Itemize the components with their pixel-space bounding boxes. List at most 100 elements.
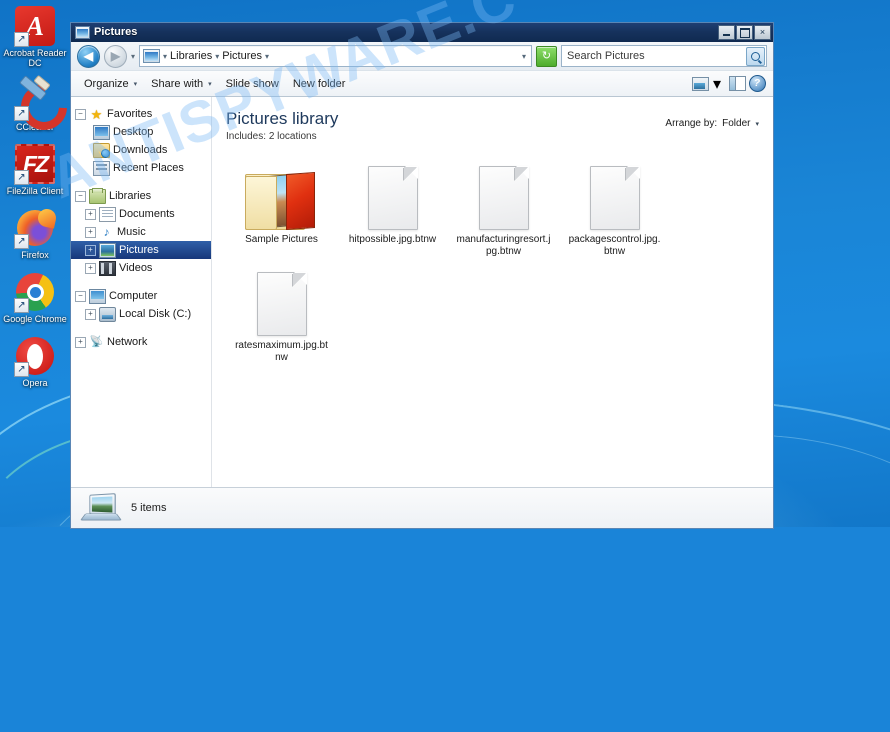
expander-icon[interactable]: + (85, 262, 96, 274)
close-button[interactable]: × (754, 25, 771, 40)
change-view-icon[interactable] (691, 75, 711, 92)
sidebar-group-favorites[interactable]: − ★ Favorites (71, 105, 211, 123)
file-list-pane[interactable]: Pictures library Includes: 2 locations A… (212, 97, 773, 487)
file-item-encrypted[interactable]: hitpossible.jpg.btnw (337, 156, 448, 262)
desktop-icon-column: A ↗ Acrobat Reader DC ↗ CCleaner FZ ↗ Fi… (0, 0, 77, 394)
breadcrumb-caret-icon[interactable]: ▾ (163, 52, 167, 61)
arrange-by-value: Folder (722, 118, 751, 129)
address-breadcrumb-bar[interactable]: ▾ Libraries ▾ Pictures ▾ ▾ (139, 45, 532, 67)
window-title-bar[interactable]: Pictures × (71, 23, 773, 42)
navigation-pane: − ★ Favorites Desktop Downloads Recent P… (71, 97, 212, 487)
desktop-icon-label: FileZilla Client (6, 186, 64, 196)
music-icon: ♪ (103, 224, 110, 239)
sidebar-item-documents[interactable]: + Documents (71, 205, 211, 223)
ccleaner-icon: ↗ (11, 74, 77, 140)
refresh-button[interactable]: ↻ (536, 45, 557, 67)
help-icon[interactable]: ? (747, 75, 767, 92)
sidebar-group-computer[interactable]: − Computer (71, 287, 211, 305)
toolbar-new-folder-button[interactable]: New folder (286, 75, 353, 93)
desktop-icon-filezilla-client[interactable]: FZ ↗ FileZilla Client (3, 138, 67, 196)
sidebar-item-music[interactable]: + ♪ Music (71, 223, 211, 241)
breadcrumb-separator-icon[interactable]: ▾ (215, 52, 219, 61)
status-bar: 5 items (71, 487, 773, 528)
sidebar-group-libraries[interactable]: − Libraries (71, 187, 211, 205)
breadcrumb-libraries[interactable]: Libraries (170, 50, 212, 62)
folder-icon (244, 160, 319, 231)
desktop-icon-acrobat-reader-dc[interactable]: A ↗ Acrobat Reader DC (3, 0, 67, 68)
desktop-icon-label: Opera (22, 378, 48, 388)
shortcut-arrow-icon: ↗ (14, 106, 29, 121)
toolbar-share-with-button[interactable]: Share with ▾ (144, 75, 219, 93)
sidebar-label: Local Disk (C:) (119, 308, 192, 320)
window-body: − ★ Favorites Desktop Downloads Recent P… (71, 97, 773, 487)
toolbar-organize-button[interactable]: Organize ▾ (77, 75, 144, 93)
library-icon (143, 49, 161, 63)
breadcrumb-separator-icon[interactable]: ▾ (265, 52, 269, 61)
desktop-icon-google-chrome[interactable]: ↗ Google Chrome (3, 266, 67, 324)
chevron-down-icon: ▾ (133, 80, 138, 88)
sidebar-item-recent-places[interactable]: Recent Places (71, 159, 211, 177)
desktop-icon-label: Firefox (21, 250, 49, 260)
expander-icon[interactable]: − (75, 290, 86, 302)
toolbar-item-label: Organize (84, 77, 129, 90)
maximize-button[interactable] (736, 25, 753, 40)
expander-icon[interactable]: − (75, 108, 86, 120)
sidebar-label: Network (107, 336, 148, 348)
computer-icon (89, 288, 106, 304)
sidebar-item-videos[interactable]: + Videos (71, 259, 211, 277)
shortcut-arrow-icon: ↗ (14, 298, 29, 313)
star-icon: ★ (90, 106, 103, 122)
file-name: Sample Pictures (245, 234, 318, 245)
file-item-encrypted[interactable]: manufacturingresort.jpg.btnw (448, 156, 559, 262)
file-item-folder[interactable]: Sample Pictures (226, 156, 337, 262)
sidebar-label: Music (117, 226, 146, 238)
arrange-by-label: Arrange by: (665, 118, 718, 129)
search-input[interactable]: Search Pictures (561, 45, 767, 67)
toolbar-slide-show-button[interactable]: Slide show (219, 75, 286, 93)
desktop-icon-ccleaner[interactable]: ↗ CCleaner (3, 74, 77, 140)
breadcrumb-pictures[interactable]: Pictures (222, 50, 262, 62)
network-icon: 📡 (89, 335, 104, 348)
recent-pages-dropdown-icon[interactable]: ▾ (131, 52, 135, 61)
file-name: hitpossible.jpg.btnw (348, 234, 437, 245)
windows-explorer-window: Pictures × ◀ ▶ ▾ ▾ Libraries ▾ Pictures … (70, 22, 774, 529)
sidebar-label: Desktop (113, 126, 154, 138)
change-view-caret-icon[interactable]: ▾ (711, 74, 727, 94)
downloads-icon (93, 142, 110, 158)
chrome-icon: ↗ (14, 272, 55, 313)
sidebar-item-pictures[interactable]: + Pictures (71, 241, 211, 259)
status-item-count: 5 items (131, 502, 167, 514)
desktop-icon-firefox[interactable]: ↗ Firefox (3, 202, 67, 260)
file-item-encrypted[interactable]: ratesmaximum.jpg.btnw (226, 262, 337, 368)
page-title: Pictures library (226, 109, 339, 128)
window-title: Pictures (94, 26, 138, 38)
forward-button[interactable]: ▶ (104, 44, 127, 68)
back-button[interactable]: ◀ (77, 44, 100, 68)
expander-icon[interactable]: + (75, 336, 86, 348)
expander-icon[interactable]: + (85, 208, 96, 220)
expander-icon[interactable]: − (75, 190, 86, 202)
pictures-library-icon (79, 493, 123, 522)
sidebar-group-network[interactable]: + 📡 Network (71, 333, 211, 351)
libraries-icon (89, 187, 106, 204)
includes-value: 2 locations (268, 131, 317, 142)
sidebar-item-desktop[interactable]: Desktop (71, 123, 211, 141)
search-placeholder: Search Pictures (567, 50, 645, 62)
preview-pane-icon[interactable] (727, 75, 747, 92)
filezilla-icon: FZ ↗ (14, 144, 55, 185)
address-dropdown-icon[interactable]: ▾ (522, 52, 528, 61)
opera-icon: ↗ (14, 336, 55, 377)
file-item-encrypted[interactable]: packagescontrol.jpg.btnw (559, 156, 670, 262)
expander-icon[interactable]: + (85, 244, 96, 256)
expander-icon[interactable]: + (85, 226, 96, 238)
arrange-by-dropdown[interactable]: Arrange by: Folder ▾ (665, 109, 759, 129)
file-name: ratesmaximum.jpg.btnw (235, 340, 328, 363)
minimize-button[interactable] (718, 25, 735, 40)
sidebar-item-local-disk-c[interactable]: + Local Disk (C:) (71, 305, 211, 323)
expander-icon[interactable]: + (85, 308, 96, 320)
search-icon[interactable] (746, 46, 765, 66)
sidebar-label: Documents (119, 208, 175, 220)
firefox-icon: ↗ (14, 207, 58, 249)
sidebar-item-downloads[interactable]: Downloads (71, 141, 211, 159)
desktop-icon-opera[interactable]: ↗ Opera (3, 330, 67, 388)
